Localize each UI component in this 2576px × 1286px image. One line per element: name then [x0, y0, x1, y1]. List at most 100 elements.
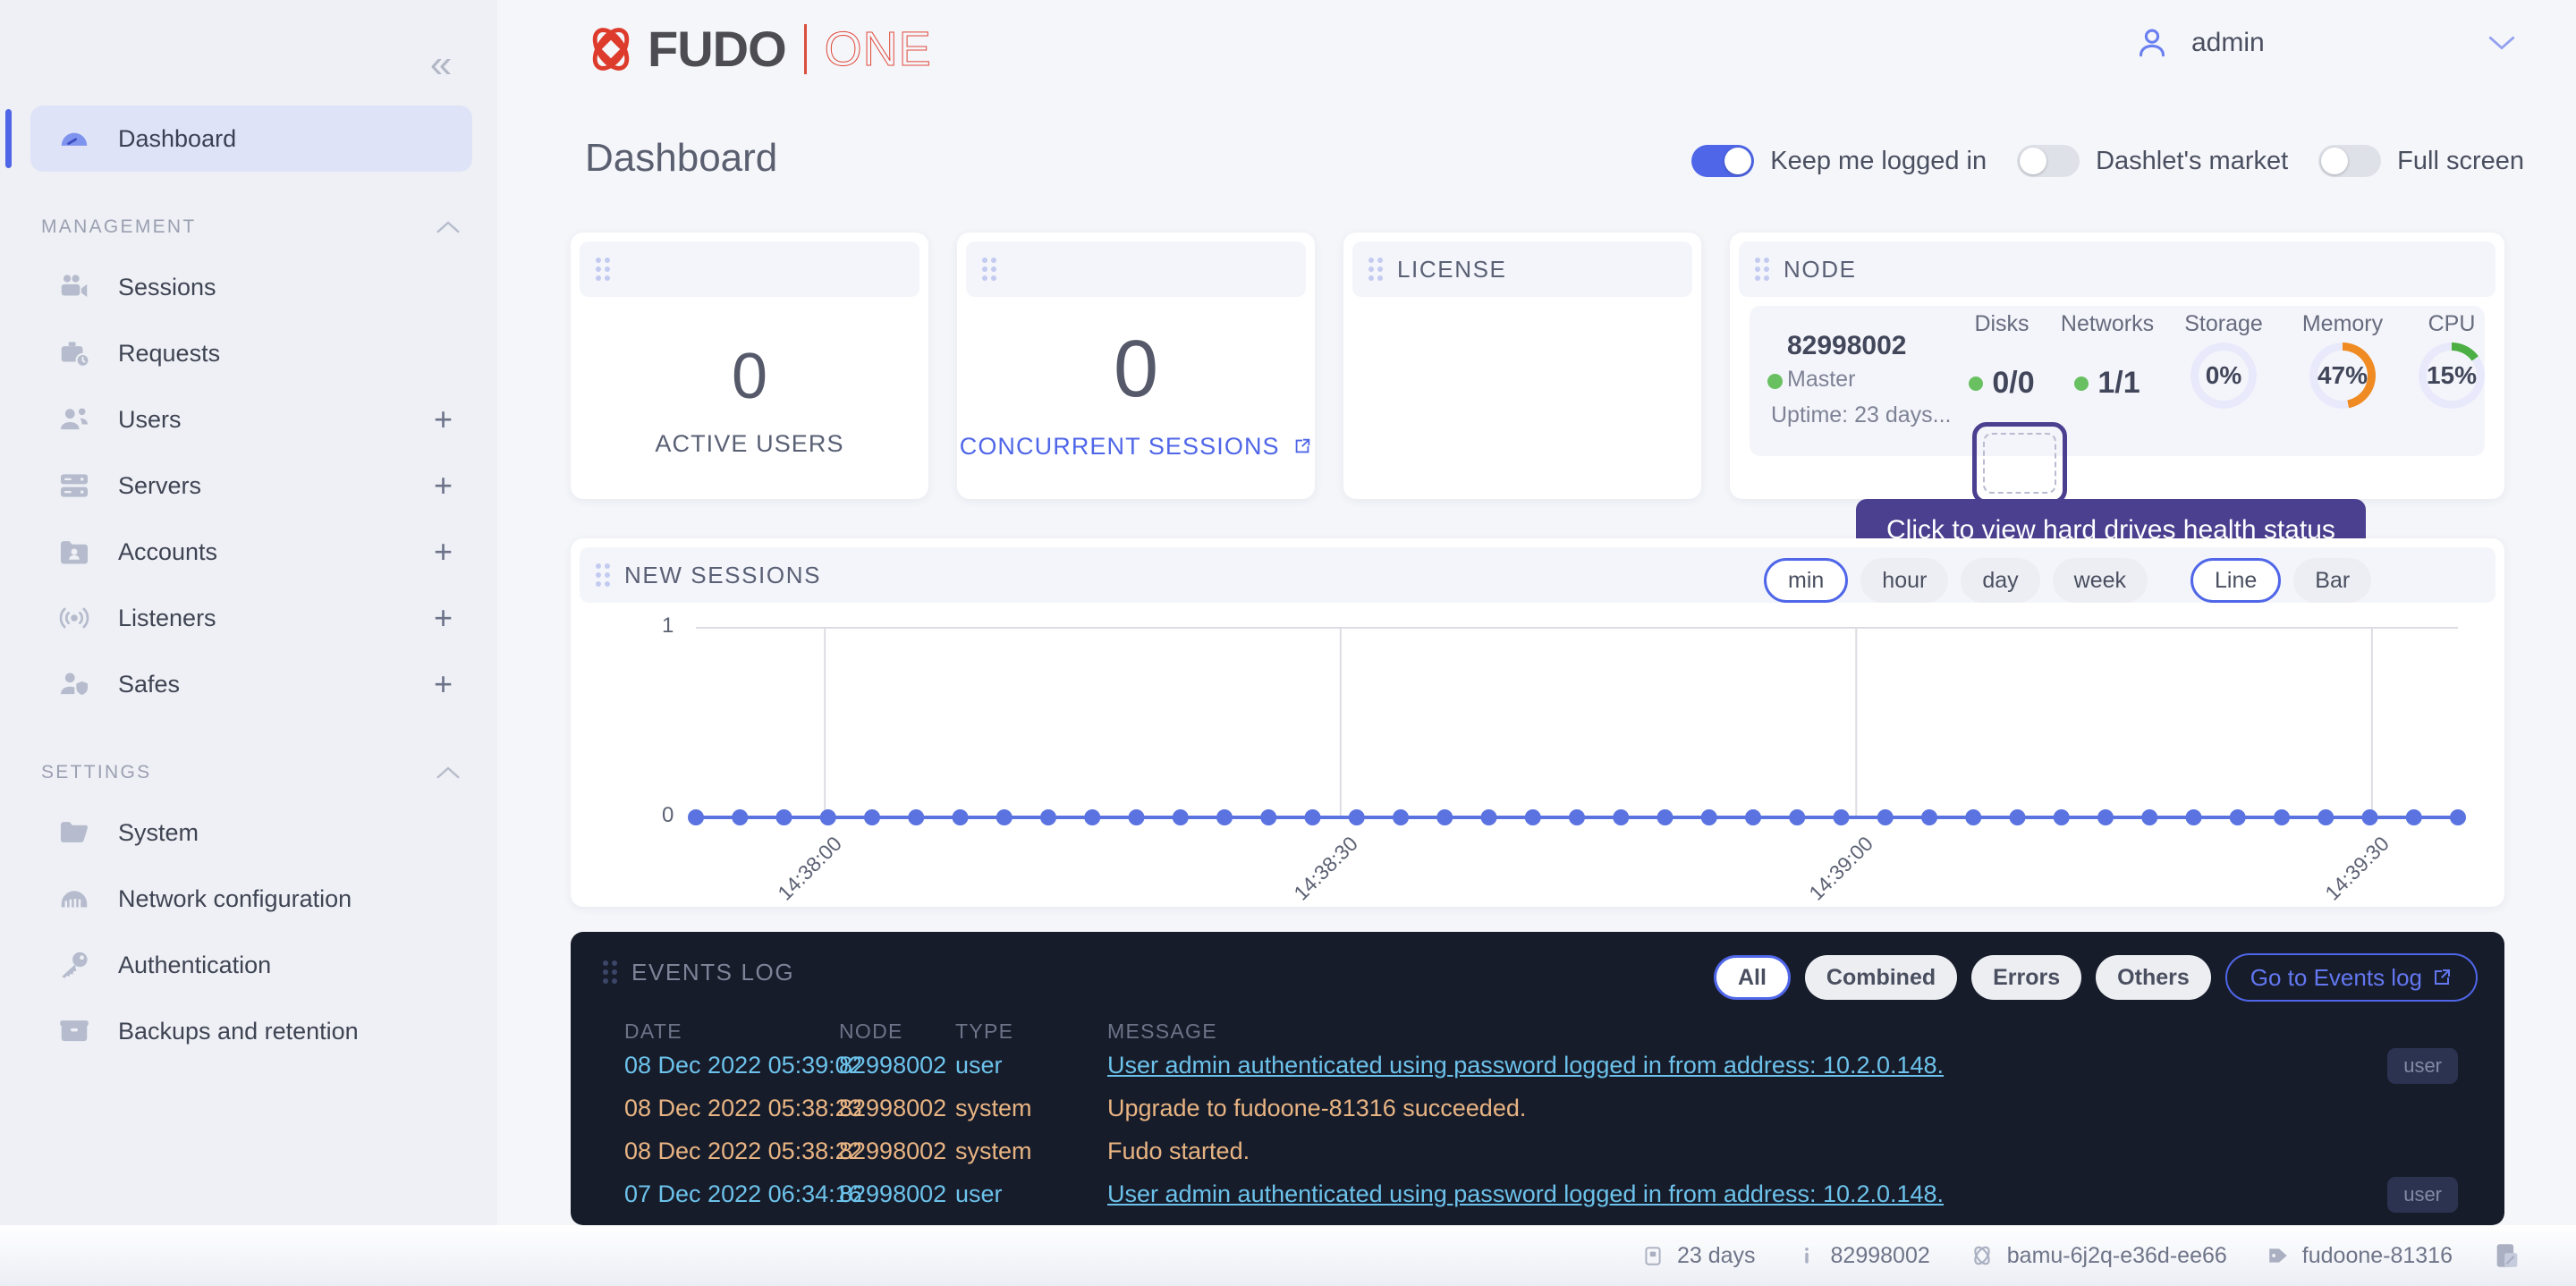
metric-value: 47%	[2318, 351, 2368, 401]
event-message[interactable]: User admin authenticated using password …	[1107, 1052, 1944, 1079]
dashlet-header[interactable]: LICENSE	[1352, 241, 1692, 297]
events-column-header: DATE	[624, 1019, 682, 1043]
node-body: 82998002 Master Uptime: 23 days... Disks…	[1750, 306, 2485, 456]
user-menu[interactable]: admin	[2132, 23, 2526, 63]
networks-status-dot	[2074, 376, 2089, 391]
event-date[interactable]: 07 Dec 2022 06:34:16	[624, 1180, 862, 1208]
chevron-up-icon	[435, 219, 462, 235]
drag-handle-icon[interactable]	[596, 563, 610, 587]
sidebar-item-label: Accounts	[118, 537, 218, 565]
dashlet-new-sessions: NEW SESSIONS min hour day week Line Bar 0 1 14:…	[571, 538, 2504, 907]
event-filter-errors[interactable]: Errors	[1971, 955, 2082, 1000]
event-node: 82998002	[839, 1052, 947, 1079]
sidebar-add-servers-button[interactable]: +	[434, 470, 453, 502]
event-date[interactable]: 08 Dec 2022 05:38:22	[624, 1138, 862, 1165]
concurrent-sessions-value: 0	[1113, 325, 1159, 414]
drag-handle-icon[interactable]	[1755, 258, 1769, 281]
toggle-keep-me-logged-in[interactable]	[1691, 145, 1755, 177]
sidebar-section-management[interactable]: MANAGEMENT	[41, 209, 472, 245]
fudo-mark-icon	[1970, 1243, 1995, 1268]
dashlet-header[interactable]	[580, 241, 919, 297]
event-type: system	[955, 1138, 1032, 1164]
statusbar-text: fudoone-81316	[2301, 1242, 2453, 1268]
report-icon[interactable]	[2492, 1240, 2522, 1271]
sidebar-add-listeners-button[interactable]: +	[434, 602, 453, 634]
sidebar-item-sessions[interactable]: Sessions	[30, 254, 472, 320]
chart-range-hour[interactable]: hour	[1860, 558, 1949, 603]
event-date[interactable]: 08 Dec 2022 05:38:23	[624, 1095, 862, 1122]
go-to-events-log-label: Go to Events log	[2250, 963, 2422, 991]
sidebar-item-safes[interactable]: Safes +	[30, 651, 472, 717]
statusbar-text: 82998002	[1830, 1242, 1930, 1268]
event-filter-all[interactable]: All	[1713, 955, 1791, 1000]
sidebar-item-system[interactable]: System	[30, 800, 472, 866]
concurrent-sessions-text: CONCURRENT SESSIONS	[959, 433, 1280, 460]
event-type: system	[955, 1095, 1032, 1121]
drag-handle-icon[interactable]	[1368, 258, 1383, 281]
disks-highlight-ring[interactable]	[1972, 422, 2067, 504]
video-camera-icon	[57, 269, 98, 305]
sidebar-item-users[interactable]: Users +	[30, 386, 472, 453]
sidebar-item-network-configuration[interactable]: Network configuration	[30, 866, 472, 932]
drag-handle-icon[interactable]	[603, 960, 617, 984]
sidebar-item-label: Users	[118, 405, 182, 433]
metric-memory[interactable]: Memory 47%	[2284, 311, 2401, 409]
sidebar-add-safes-button[interactable]: +	[434, 668, 453, 700]
metric-value: 0/0	[1992, 366, 2035, 400]
disks-status-dot	[1969, 376, 1984, 391]
metric-label: Memory	[2301, 311, 2384, 336]
sidebar-item-backups-and-retention[interactable]: Backups and retention	[30, 998, 472, 1064]
y-tick-label: 0	[662, 803, 674, 827]
metric-storage[interactable]: Storage 0%	[2170, 311, 2277, 409]
toggle-group: Full screen	[2318, 145, 2524, 177]
concurrent-sessions-label[interactable]: CONCURRENT SESSIONS	[957, 432, 1315, 462]
logo-divider	[803, 23, 807, 74]
event-node: 82998002	[839, 1180, 947, 1207]
folder-icon	[57, 815, 98, 850]
event-message[interactable]: Fudo started.	[1107, 1138, 1250, 1165]
chart-type-bar[interactable]: Bar	[2293, 558, 2372, 603]
drag-handle-icon[interactable]	[596, 258, 610, 281]
event-message[interactable]: Upgrade to fudoone-81316 succeeded.	[1107, 1095, 1526, 1122]
event-filter-others[interactable]: Others	[2096, 955, 2211, 1000]
sidebar-item-dashboard[interactable]: Dashboard	[5, 106, 472, 172]
sidebar-add-users-button[interactable]: +	[434, 403, 453, 436]
metric-disks[interactable]: Disks 0/0	[1948, 311, 2055, 401]
event-date[interactable]: 08 Dec 2022 05:39:02	[624, 1052, 862, 1079]
drag-handle-icon[interactable]	[982, 258, 996, 281]
sidebar-item-requests[interactable]: Requests	[30, 320, 472, 386]
metric-value: 1/1	[2097, 366, 2140, 400]
sidebar-item-label: Listeners	[118, 604, 216, 631]
sidebar-section-settings[interactable]: SETTINGS	[41, 755, 472, 791]
events-column-header: TYPE	[955, 1019, 1014, 1043]
toggle-full-screen[interactable]	[2318, 145, 2382, 177]
event-message[interactable]: User admin authenticated using password …	[1107, 1180, 1944, 1208]
dashlet-header[interactable]	[966, 241, 1306, 297]
sidebar-item-listeners[interactable]: Listeners +	[30, 585, 472, 651]
metric-networks[interactable]: Networks 1/1	[2045, 311, 2170, 401]
dashlet-title: LICENSE	[1397, 255, 1507, 283]
metric-cpu[interactable]: CPU 15%	[2402, 311, 2501, 409]
toggle-dashlet-s-market[interactable]	[2017, 145, 2080, 177]
active-users-label: ACTIVE USERS	[655, 430, 844, 457]
statusbar-item: fudoone-81316	[2267, 1243, 2453, 1269]
events-column-header: MESSAGE	[1107, 1019, 1217, 1043]
event-filter-combined[interactable]: Combined	[1804, 955, 1958, 1000]
dashlet-header[interactable]: NODE	[1739, 241, 2496, 297]
chart-range-day[interactable]: day	[1961, 558, 2040, 603]
toggle-label: Full screen	[2397, 146, 2524, 175]
sidebar-item-servers[interactable]: Servers +	[30, 453, 472, 519]
sidebar-item-accounts[interactable]: Accounts +	[30, 519, 472, 585]
sidebar-collapse-button[interactable]: «	[417, 43, 460, 86]
chart-range-week[interactable]: week	[2052, 558, 2148, 603]
statusbar-item: 23 days	[1641, 1243, 1756, 1269]
chart-type-line[interactable]: Line	[2190, 558, 2282, 603]
network-icon	[57, 881, 98, 917]
node-name: 82998002	[1787, 331, 1907, 360]
go-to-events-log-button[interactable]: Go to Events log	[2224, 953, 2478, 1002]
chart-range-min[interactable]: min	[1764, 558, 1849, 603]
sidebar-add-accounts-button[interactable]: +	[434, 536, 453, 568]
user-avatar-icon	[2139, 29, 2165, 57]
sidebar-item-authentication[interactable]: Authentication	[30, 932, 472, 998]
node-role: Master	[1787, 367, 1856, 392]
